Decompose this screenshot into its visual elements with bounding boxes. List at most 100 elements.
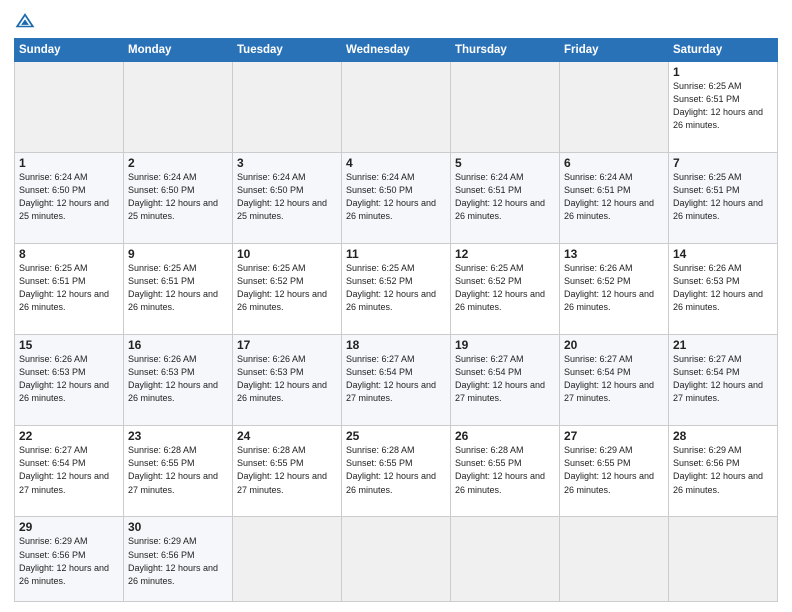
calendar-cell: 23 Sunrise: 6:28 AMSunset: 6:55 PMDaylig…	[124, 426, 233, 517]
calendar-cell	[342, 62, 451, 153]
day-info: Sunrise: 6:26 AMSunset: 6:53 PMDaylight:…	[128, 354, 218, 403]
calendar-day-header: Sunday	[15, 39, 124, 62]
calendar-cell: 25 Sunrise: 6:28 AMSunset: 6:55 PMDaylig…	[342, 426, 451, 517]
calendar-day-header: Wednesday	[342, 39, 451, 62]
day-info: Sunrise: 6:28 AMSunset: 6:55 PMDaylight:…	[128, 445, 218, 494]
calendar-cell: 6 Sunrise: 6:24 AMSunset: 6:51 PMDayligh…	[560, 153, 669, 244]
day-number: 25	[346, 429, 446, 443]
day-number: 10	[237, 247, 337, 261]
day-info: Sunrise: 6:27 AMSunset: 6:54 PMDaylight:…	[346, 354, 436, 403]
day-info: Sunrise: 6:25 AMSunset: 6:52 PMDaylight:…	[455, 263, 545, 312]
day-info: Sunrise: 6:24 AMSunset: 6:50 PMDaylight:…	[19, 172, 109, 221]
day-number: 16	[128, 338, 228, 352]
day-info: Sunrise: 6:25 AMSunset: 6:51 PMDaylight:…	[128, 263, 218, 312]
day-info: Sunrise: 6:26 AMSunset: 6:53 PMDaylight:…	[19, 354, 109, 403]
calendar-day-header: Thursday	[451, 39, 560, 62]
calendar-cell: 28 Sunrise: 6:29 AMSunset: 6:56 PMDaylig…	[669, 426, 778, 517]
calendar-day-header: Friday	[560, 39, 669, 62]
day-number: 30	[128, 520, 228, 534]
day-number: 6	[564, 156, 664, 170]
day-number: 8	[19, 247, 119, 261]
calendar-cell: 7 Sunrise: 6:25 AMSunset: 6:51 PMDayligh…	[669, 153, 778, 244]
calendar-cell: 18 Sunrise: 6:27 AMSunset: 6:54 PMDaylig…	[342, 335, 451, 426]
day-number: 27	[564, 429, 664, 443]
calendar-cell	[669, 517, 778, 602]
day-number: 1	[19, 156, 119, 170]
day-number: 26	[455, 429, 555, 443]
calendar-table: SundayMondayTuesdayWednesdayThursdayFrid…	[14, 38, 778, 602]
calendar-cell: 17 Sunrise: 6:26 AMSunset: 6:53 PMDaylig…	[233, 335, 342, 426]
calendar-cell: 16 Sunrise: 6:26 AMSunset: 6:53 PMDaylig…	[124, 335, 233, 426]
calendar-cell	[560, 517, 669, 602]
day-info: Sunrise: 6:28 AMSunset: 6:55 PMDaylight:…	[346, 445, 436, 494]
day-info: Sunrise: 6:25 AMSunset: 6:52 PMDaylight:…	[346, 263, 436, 312]
day-number: 1	[673, 65, 773, 79]
day-number: 22	[19, 429, 119, 443]
calendar-cell: 11 Sunrise: 6:25 AMSunset: 6:52 PMDaylig…	[342, 244, 451, 335]
calendar-cell: 2 Sunrise: 6:24 AMSunset: 6:50 PMDayligh…	[124, 153, 233, 244]
calendar-cell	[342, 517, 451, 602]
calendar-cell: 27 Sunrise: 6:29 AMSunset: 6:55 PMDaylig…	[560, 426, 669, 517]
calendar-cell: 12 Sunrise: 6:25 AMSunset: 6:52 PMDaylig…	[451, 244, 560, 335]
day-info: Sunrise: 6:26 AMSunset: 6:52 PMDaylight:…	[564, 263, 654, 312]
calendar-cell: 3 Sunrise: 6:24 AMSunset: 6:50 PMDayligh…	[233, 153, 342, 244]
calendar-cell: 15 Sunrise: 6:26 AMSunset: 6:53 PMDaylig…	[15, 335, 124, 426]
logo-icon	[14, 10, 36, 32]
page: SundayMondayTuesdayWednesdayThursdayFrid…	[0, 0, 792, 612]
calendar-cell: 1 Sunrise: 6:25 AMSunset: 6:51 PMDayligh…	[669, 62, 778, 153]
day-number: 11	[346, 247, 446, 261]
day-number: 3	[237, 156, 337, 170]
day-info: Sunrise: 6:28 AMSunset: 6:55 PMDaylight:…	[455, 445, 545, 494]
day-number: 24	[237, 429, 337, 443]
calendar-cell	[15, 62, 124, 153]
logo	[14, 10, 40, 32]
day-info: Sunrise: 6:25 AMSunset: 6:51 PMDaylight:…	[673, 172, 763, 221]
day-number: 29	[19, 520, 119, 534]
day-info: Sunrise: 6:26 AMSunset: 6:53 PMDaylight:…	[237, 354, 327, 403]
day-info: Sunrise: 6:25 AMSunset: 6:52 PMDaylight:…	[237, 263, 327, 312]
calendar-cell: 13 Sunrise: 6:26 AMSunset: 6:52 PMDaylig…	[560, 244, 669, 335]
day-number: 21	[673, 338, 773, 352]
day-number: 20	[564, 338, 664, 352]
calendar-cell: 22 Sunrise: 6:27 AMSunset: 6:54 PMDaylig…	[15, 426, 124, 517]
day-info: Sunrise: 6:25 AMSunset: 6:51 PMDaylight:…	[19, 263, 109, 312]
calendar-cell: 9 Sunrise: 6:25 AMSunset: 6:51 PMDayligh…	[124, 244, 233, 335]
day-number: 28	[673, 429, 773, 443]
day-info: Sunrise: 6:27 AMSunset: 6:54 PMDaylight:…	[455, 354, 545, 403]
calendar-cell: 19 Sunrise: 6:27 AMSunset: 6:54 PMDaylig…	[451, 335, 560, 426]
day-number: 7	[673, 156, 773, 170]
day-number: 19	[455, 338, 555, 352]
day-info: Sunrise: 6:24 AMSunset: 6:50 PMDaylight:…	[237, 172, 327, 221]
calendar-day-header: Tuesday	[233, 39, 342, 62]
calendar-day-header: Saturday	[669, 39, 778, 62]
day-number: 14	[673, 247, 773, 261]
day-number: 2	[128, 156, 228, 170]
day-number: 13	[564, 247, 664, 261]
calendar-cell: 10 Sunrise: 6:25 AMSunset: 6:52 PMDaylig…	[233, 244, 342, 335]
day-info: Sunrise: 6:24 AMSunset: 6:51 PMDaylight:…	[564, 172, 654, 221]
calendar-cell	[451, 517, 560, 602]
day-number: 15	[19, 338, 119, 352]
day-info: Sunrise: 6:29 AMSunset: 6:56 PMDaylight:…	[128, 536, 218, 585]
day-info: Sunrise: 6:24 AMSunset: 6:50 PMDaylight:…	[346, 172, 436, 221]
day-number: 18	[346, 338, 446, 352]
calendar-cell	[560, 62, 669, 153]
calendar-cell: 4 Sunrise: 6:24 AMSunset: 6:50 PMDayligh…	[342, 153, 451, 244]
calendar-cell: 26 Sunrise: 6:28 AMSunset: 6:55 PMDaylig…	[451, 426, 560, 517]
day-info: Sunrise: 6:29 AMSunset: 6:56 PMDaylight:…	[19, 536, 109, 585]
calendar-day-header: Monday	[124, 39, 233, 62]
calendar-cell: 14 Sunrise: 6:26 AMSunset: 6:53 PMDaylig…	[669, 244, 778, 335]
day-info: Sunrise: 6:28 AMSunset: 6:55 PMDaylight:…	[237, 445, 327, 494]
calendar-cell: 29 Sunrise: 6:29 AMSunset: 6:56 PMDaylig…	[15, 517, 124, 602]
calendar-header-row: SundayMondayTuesdayWednesdayThursdayFrid…	[15, 39, 778, 62]
header	[14, 10, 778, 32]
calendar-cell	[233, 62, 342, 153]
calendar-cell	[451, 62, 560, 153]
calendar-cell: 24 Sunrise: 6:28 AMSunset: 6:55 PMDaylig…	[233, 426, 342, 517]
day-number: 4	[346, 156, 446, 170]
day-number: 5	[455, 156, 555, 170]
day-info: Sunrise: 6:29 AMSunset: 6:55 PMDaylight:…	[564, 445, 654, 494]
day-info: Sunrise: 6:26 AMSunset: 6:53 PMDaylight:…	[673, 263, 763, 312]
day-info: Sunrise: 6:29 AMSunset: 6:56 PMDaylight:…	[673, 445, 763, 494]
calendar-cell: 20 Sunrise: 6:27 AMSunset: 6:54 PMDaylig…	[560, 335, 669, 426]
